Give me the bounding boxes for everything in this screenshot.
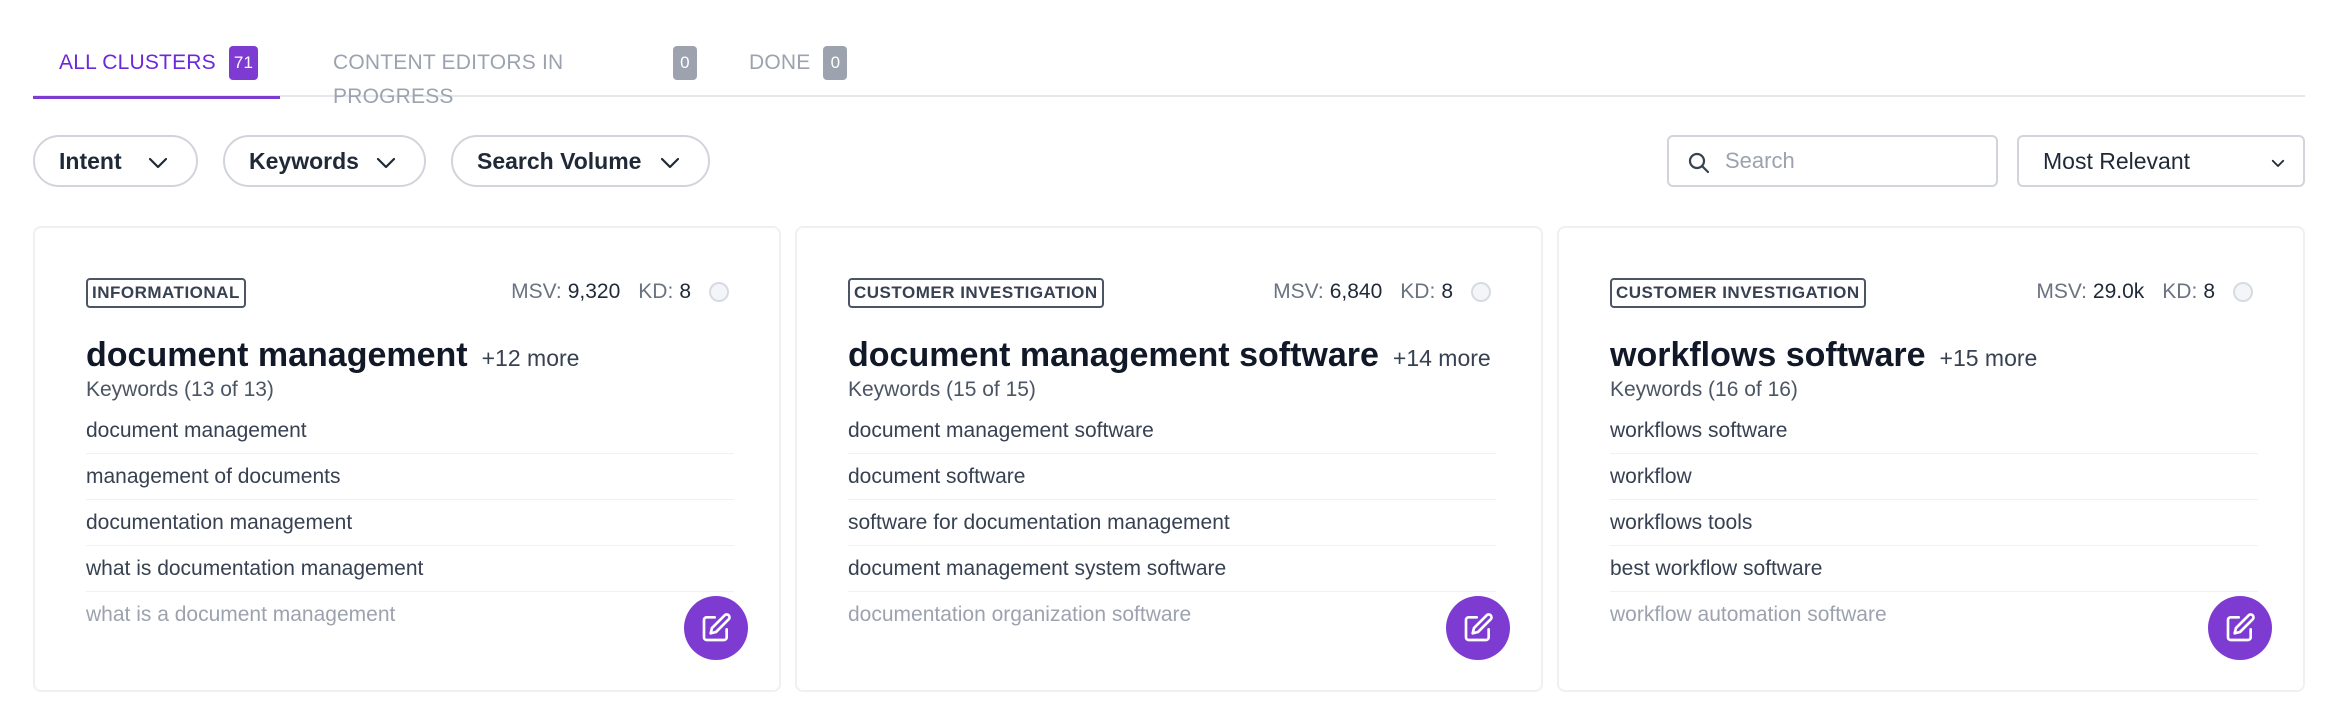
intent-badge: CUSTOMER INVESTIGATION bbox=[848, 278, 1104, 308]
msv-label: MSV: bbox=[2036, 280, 2087, 303]
tab-count-badge: 71 bbox=[228, 46, 259, 80]
search-volume-filter-button[interactable]: Search Volume bbox=[451, 135, 710, 187]
kd-indicator bbox=[2233, 282, 2253, 302]
tab-content-editors-in-progress[interactable]: CONTENT EDITORS IN PROGRESS 0 bbox=[307, 46, 697, 108]
kd-indicator bbox=[1471, 282, 1491, 302]
kd-value: 8 bbox=[2203, 280, 2215, 303]
more-keywords-count: +15 more bbox=[1939, 345, 2038, 371]
edit-icon bbox=[702, 613, 731, 642]
search-input[interactable] bbox=[1725, 145, 1985, 177]
cluster-name: document management software bbox=[848, 336, 1379, 374]
cluster-name: workflows software bbox=[1610, 336, 1926, 374]
cluster-title: document management +12 more bbox=[86, 336, 579, 375]
keyword-list: document management software document so… bbox=[848, 408, 1496, 638]
keywords-filter-button[interactable]: Keywords bbox=[223, 135, 426, 187]
chevron-down-icon bbox=[148, 157, 168, 169]
search-box bbox=[1667, 135, 1998, 187]
filter-label: Search Volume bbox=[477, 147, 642, 174]
intent-badge: CUSTOMER INVESTIGATION bbox=[1610, 278, 1866, 308]
keyword-item: workflows software bbox=[1610, 408, 2258, 454]
keyword-item: document management software bbox=[848, 408, 1496, 454]
intent-filter-button[interactable]: Intent bbox=[33, 135, 198, 187]
tab-done[interactable]: DONE 0 bbox=[723, 46, 923, 97]
msv-value: 9,320 bbox=[567, 280, 621, 303]
tab-count-badge: 0 bbox=[673, 46, 697, 80]
keyword-item: documentation management bbox=[86, 500, 734, 546]
keyword-item: document management system software bbox=[848, 546, 1496, 592]
cluster-tabs: ALL CLUSTERS 71 CONTENT EDITORS IN PROGR… bbox=[33, 0, 2305, 108]
chevron-down-icon bbox=[376, 157, 396, 169]
keyword-list: workflows software workflow workflows to… bbox=[1610, 408, 2258, 638]
msv-label: MSV: bbox=[1273, 280, 1324, 303]
keywords-count: Keywords (13 of 13) bbox=[86, 378, 274, 401]
msv-value: 6,840 bbox=[1329, 280, 1383, 303]
keyword-item: management of documents bbox=[86, 454, 734, 500]
cluster-card[interactable]: CUSTOMER INVESTIGATION MSV: 6,840 KD: 8 … bbox=[795, 226, 1543, 692]
tab-all-clusters[interactable]: ALL CLUSTERS 71 bbox=[33, 46, 280, 99]
keyword-item: best workflow software bbox=[1610, 546, 2258, 592]
kd-label: KD: bbox=[1400, 280, 1436, 303]
cluster-metrics: MSV: 29.0k KD: 8 bbox=[2036, 280, 2253, 304]
keyword-item: workflows tools bbox=[1610, 500, 2258, 546]
keyword-item: what is a document management bbox=[86, 603, 396, 626]
cluster-card[interactable]: CUSTOMER INVESTIGATION MSV: 29.0k KD: 8 … bbox=[1557, 226, 2305, 692]
keyword-item: document software bbox=[848, 454, 1496, 500]
open-editor-button[interactable] bbox=[684, 596, 748, 660]
filter-label: Intent bbox=[59, 147, 122, 174]
more-keywords-count: +12 more bbox=[481, 345, 580, 371]
edit-icon bbox=[2226, 613, 2255, 642]
open-editor-button[interactable] bbox=[2208, 596, 2272, 660]
search-icon bbox=[1688, 152, 1710, 174]
cluster-card[interactable]: INFORMATIONAL MSV: 9,320 KD: 8 document … bbox=[33, 226, 781, 692]
filter-label: Keywords bbox=[249, 147, 359, 174]
keyword-list: document management management of docume… bbox=[86, 408, 734, 638]
intent-badge: INFORMATIONAL bbox=[86, 278, 246, 308]
keyword-item: what is documentation management bbox=[86, 546, 734, 592]
cluster-name: document management bbox=[86, 336, 468, 374]
keyword-item: software for documentation management bbox=[848, 500, 1496, 546]
kd-label: KD: bbox=[638, 280, 674, 303]
edit-icon bbox=[1464, 613, 1493, 642]
cluster-metrics: MSV: 9,320 KD: 8 bbox=[511, 280, 729, 304]
msv-label: MSV: bbox=[511, 280, 562, 303]
tab-label: ALL CLUSTERS bbox=[59, 51, 216, 74]
keywords-count: Keywords (15 of 15) bbox=[848, 378, 1036, 401]
keyword-item: documentation organization software bbox=[848, 603, 1192, 626]
more-keywords-count: +14 more bbox=[1392, 345, 1491, 371]
kd-indicator bbox=[709, 282, 729, 302]
kd-value: 8 bbox=[1441, 280, 1453, 303]
sort-select[interactable]: Most Relevant bbox=[2017, 135, 2305, 187]
sort-selected-value: Most Relevant bbox=[2043, 147, 2191, 174]
tab-label: DONE bbox=[749, 51, 811, 74]
cluster-metrics: MSV: 6,840 KD: 8 bbox=[1273, 280, 1491, 304]
chevron-down-icon bbox=[2271, 159, 2285, 167]
keyword-item: document management bbox=[86, 408, 734, 454]
cluster-title: workflows software +15 more bbox=[1610, 336, 2037, 375]
tab-label: CONTENT EDITORS IN PROGRESS bbox=[333, 51, 564, 108]
chevron-down-icon bbox=[660, 157, 680, 169]
kd-value: 8 bbox=[679, 280, 691, 303]
keyword-item: workflow bbox=[1610, 454, 2258, 500]
msv-value: 29.0k bbox=[2092, 280, 2145, 303]
cluster-title: document management software +14 more bbox=[848, 336, 1491, 375]
open-editor-button[interactable] bbox=[1446, 596, 1510, 660]
kd-label: KD: bbox=[2162, 280, 2198, 303]
tab-count-badge: 0 bbox=[823, 46, 848, 80]
keywords-count: Keywords (16 of 16) bbox=[1610, 378, 1798, 401]
keyword-item: workflow automation software bbox=[1610, 603, 1887, 626]
